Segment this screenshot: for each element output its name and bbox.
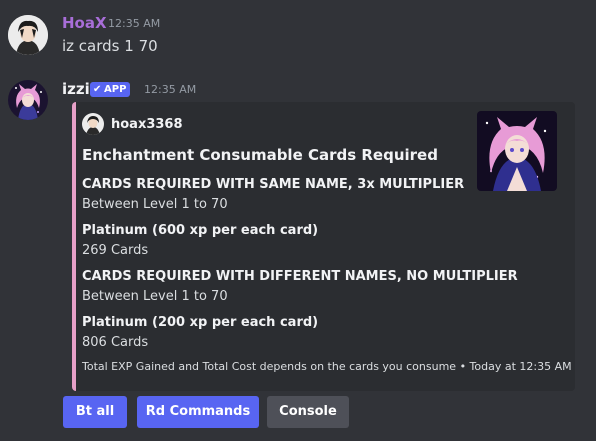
rd-commands-button[interactable]: Rd Commands [137,396,259,428]
embed-field-name: Platinum (200 xp per each card) [82,315,319,330]
check-icon: ✔ [93,84,102,95]
embed-field-value: 269 Cards [82,243,149,258]
embed-field-name: Platinum (600 xp per each card) [82,223,319,238]
embed-field-name: CARDS REQUIRED WITH SAME NAME, 3x MULTIP… [82,177,465,192]
embed-field-name: CARDS REQUIRED WITH DIFFERENT NAMES, NO … [82,269,518,284]
embed-author[interactable]: hoax3368 [111,117,183,132]
embed: hoax3368 Enchantment Consumable Cards Re… [72,102,575,391]
bt-all-button[interactable]: Bt all [63,396,127,428]
embed-field-value: Between Level 1 to 70 [82,289,228,304]
avatar[interactable] [8,80,48,120]
embed-author-avatar [82,113,104,135]
console-button[interactable]: Console [267,396,349,428]
timestamp: 12:35 AM [108,17,161,30]
embed-footer: Total EXP Gained and Total Cost depends … [82,360,572,373]
embed-field-value: 806 Cards [82,335,149,350]
avatar[interactable] [8,15,48,55]
username[interactable]: izzi [62,80,90,98]
embed-thumbnail[interactable] [477,111,557,191]
timestamp: 12:35 AM [144,83,197,96]
message-text: iz cards 1 70 [62,37,158,55]
username[interactable]: HoaX [62,14,107,32]
embed-field-value: Between Level 1 to 70 [82,197,228,212]
embed-title: Enchantment Consumable Cards Required [82,146,438,164]
app-badge: ✔ APP [90,82,131,97]
